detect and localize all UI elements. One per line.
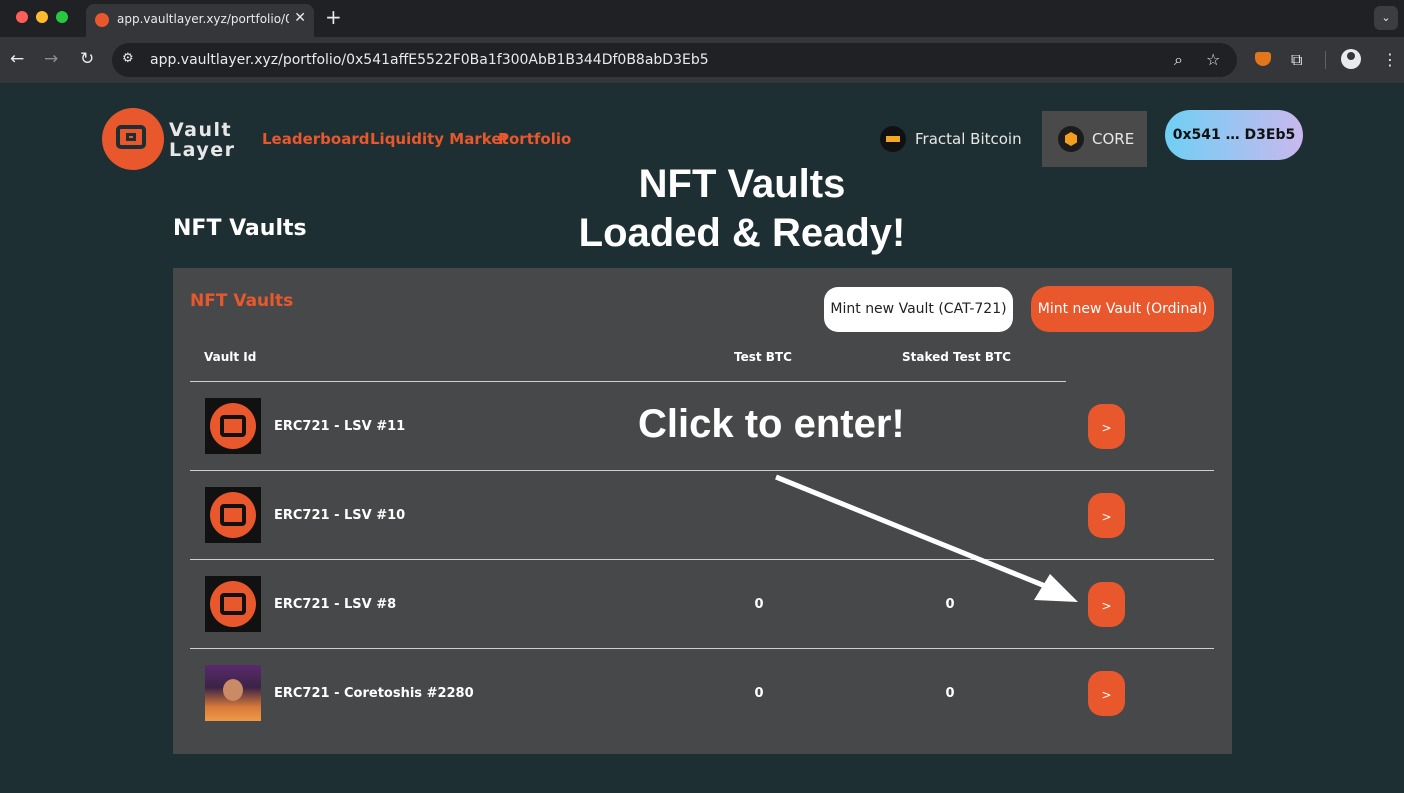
- site-info-icon[interactable]: ⚙: [122, 51, 134, 66]
- zoom-icon[interactable]: ⌕: [1174, 50, 1183, 70]
- vault-thumbnail: [205, 398, 261, 454]
- vault-name: ERC721 - Coretoshis #2280: [274, 686, 474, 701]
- browser-tab[interactable]: app.vaultlayer.xyz/portfolio/0 ✕: [86, 4, 314, 37]
- vault-thumbnail: [205, 487, 261, 543]
- vaultlayer-thumb-icon: [210, 492, 256, 538]
- address-bar[interactable]: ⚙ app.vaultlayer.xyz/portfolio/0x541affE…: [112, 43, 1237, 77]
- table-row[interactable]: ERC721 - LSV #10 >: [190, 471, 1214, 560]
- test-btc-value: 0: [754, 686, 764, 701]
- enter-vault-button[interactable]: >: [1088, 671, 1125, 716]
- page-title: NFT Vaults: [173, 216, 307, 241]
- network-core[interactable]: CORE: [1042, 111, 1147, 167]
- annotation-banner: NFT Vaults Loaded & Ready!: [542, 160, 942, 258]
- banner-line2: Loaded & Ready!: [578, 211, 906, 255]
- table-row[interactable]: ERC721 - Coretoshis #2280 0 0 >: [190, 649, 1214, 738]
- logo-line2: Layer: [169, 139, 236, 161]
- forward-icon[interactable]: →: [44, 49, 58, 69]
- fractal-bitcoin-icon: [880, 126, 906, 152]
- star-icon[interactable]: ☆: [1206, 50, 1220, 69]
- core-label: CORE: [1092, 130, 1135, 148]
- table-row[interactable]: ERC721 - LSV #8 0 0 >: [190, 560, 1214, 649]
- enter-vault-button[interactable]: >: [1088, 493, 1125, 538]
- vaultlayer-thumb-icon: [210, 581, 256, 627]
- column-header-staked-test-btc: Staked Test BTC: [902, 350, 1011, 364]
- coretoshi-avatar-icon: [205, 665, 261, 721]
- extensions-icon[interactable]: ⧉: [1291, 50, 1302, 70]
- menu-icon[interactable]: ⋮: [1382, 50, 1398, 69]
- annotation-click-to-enter: Click to enter!: [638, 402, 905, 446]
- nav-liquidity-market[interactable]: Liquidity Market: [370, 130, 509, 148]
- favicon-icon: [95, 13, 109, 27]
- profile-icon[interactable]: [1341, 49, 1361, 69]
- column-header-vault-id: Vault Id: [204, 350, 257, 364]
- zoom-window-button[interactable]: [56, 11, 68, 23]
- column-header-test-btc: Test BTC: [734, 350, 792, 364]
- logo-line1: Vault: [169, 119, 233, 141]
- toolbar-divider: [1325, 51, 1326, 69]
- url-text[interactable]: app.vaultlayer.xyz/portfolio/0x541affE55…: [150, 52, 709, 68]
- close-window-button[interactable]: [16, 11, 28, 23]
- browser-toolbar: ← → ↻ ⚙ app.vaultlayer.xyz/portfolio/0x5…: [0, 37, 1404, 83]
- vault-thumbnail: [205, 665, 261, 721]
- vault-name: ERC721 - LSV #11: [274, 419, 406, 434]
- nav-portfolio[interactable]: Portfolio: [498, 130, 571, 148]
- staked-test-btc-value: 0: [945, 597, 955, 612]
- back-icon[interactable]: ←: [10, 49, 24, 69]
- enter-vault-button[interactable]: >: [1088, 582, 1125, 627]
- minimize-window-button[interactable]: [36, 11, 48, 23]
- nav-leaderboard[interactable]: Leaderboard: [262, 130, 369, 148]
- mint-cat721-button[interactable]: Mint new Vault (CAT-721): [824, 287, 1013, 332]
- panel-title: NFT Vaults: [190, 291, 294, 311]
- mint-ordinal-button[interactable]: Mint new Vault (Ordinal): [1031, 286, 1214, 332]
- reload-icon[interactable]: ↻: [80, 49, 94, 69]
- core-icon: [1058, 126, 1084, 152]
- plus-icon[interactable]: +: [325, 5, 342, 29]
- logo-text[interactable]: Vault Layer: [169, 120, 236, 160]
- banner-line1: NFT Vaults: [638, 162, 846, 206]
- metamask-icon[interactable]: [1255, 52, 1271, 66]
- tab-search-icon[interactable]: ⌄: [1374, 6, 1398, 30]
- browser-tab-bar: app.vaultlayer.xyz/portfolio/0 ✕ + ⌄: [0, 0, 1404, 37]
- vault-thumbnail: [205, 576, 261, 632]
- enter-vault-button[interactable]: >: [1088, 404, 1125, 449]
- tab-title: app.vaultlayer.xyz/portfolio/0: [117, 12, 289, 26]
- vaultlayer-logo-icon[interactable]: [102, 108, 164, 170]
- fractal-label: Fractal Bitcoin: [915, 130, 1022, 148]
- wallet-button[interactable]: 0x541 … D3Eb5: [1165, 110, 1303, 160]
- test-btc-value: 0: [754, 597, 764, 612]
- staked-test-btc-value: 0: [945, 686, 955, 701]
- vault-name: ERC721 - LSV #8: [274, 597, 397, 612]
- nft-vaults-panel: NFT Vaults Mint new Vault (CAT-721) Mint…: [173, 268, 1232, 754]
- close-icon[interactable]: ✕: [294, 10, 306, 26]
- vaultlayer-thumb-icon: [210, 403, 256, 449]
- vault-name: ERC721 - LSV #10: [274, 508, 406, 523]
